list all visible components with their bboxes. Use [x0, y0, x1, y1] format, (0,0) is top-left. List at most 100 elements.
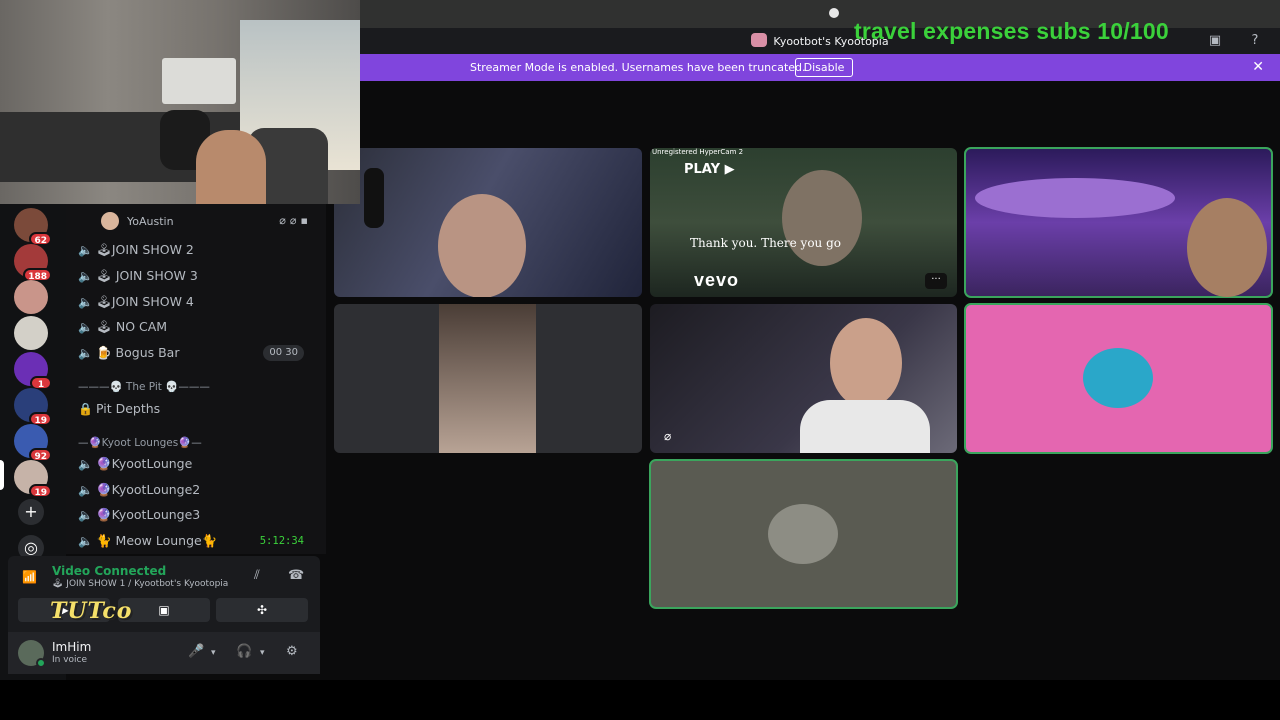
streamer: [196, 130, 266, 204]
channel-kyootlounge2[interactable]: 🔈 🔮KyootLounge2: [78, 478, 316, 502]
streamer-webcam: [0, 0, 360, 204]
vevo-logo: vevo: [694, 270, 740, 290]
online-status-icon: [36, 658, 46, 668]
close-icon[interactable]: ✕: [1252, 59, 1264, 75]
channel-list: YoAustin ⌀⌀▪ 🔈 🕹JOIN SHOW 2 🔈 🕹 JOIN SHOW …: [66, 204, 326, 554]
more-options-icon[interactable]: ···: [925, 273, 947, 289]
channel-label: 🍺 Bogus Bar: [96, 345, 180, 360]
mention-badge: 19: [29, 484, 52, 498]
play-label: PLAY ▶: [684, 162, 735, 177]
channel-join-show-2[interactable]: 🔈 🕹JOIN SHOW 2: [78, 238, 316, 262]
speaker-icon: 🔈: [78, 483, 93, 497]
headphones-icon[interactable]: 🎧: [236, 644, 252, 659]
stream-goal-text: travel expenses subs 10/100: [854, 18, 1169, 44]
user-name: ImHim: [52, 640, 92, 654]
user-count: 00: [269, 347, 283, 358]
video-tile-5[interactable]: ⌀: [650, 304, 957, 453]
video-tile-3[interactable]: [964, 147, 1273, 298]
user-status: In voice: [52, 655, 88, 665]
participant-video: [1187, 198, 1267, 297]
game-scene: [975, 178, 1175, 218]
channel-label: 🔮KyootLounge2: [96, 482, 201, 497]
hypercam-watermark: Unregistered HyperCam 2: [652, 148, 744, 156]
disable-button[interactable]: Disable: [795, 58, 853, 77]
avatar: [1083, 348, 1153, 408]
channel-label: Pit Depths: [96, 401, 161, 416]
channel-bogus-bar[interactable]: 🔈 🍺 Bogus Bar 00 30: [78, 341, 316, 365]
channel-label: 🔮KyootLounge: [96, 456, 193, 471]
channel-label: 🕹 JOIN SHOW 3: [96, 268, 198, 283]
participant-video: [438, 194, 526, 297]
video-tile-1[interactable]: [334, 148, 642, 297]
server-icon-7[interactable]: 92: [14, 424, 52, 462]
server-icon: [751, 33, 768, 47]
channel-kyootlounge[interactable]: 🔈 🔮KyootLounge: [78, 452, 316, 476]
avatar: [768, 504, 838, 564]
brand-watermark: TUTco: [50, 598, 133, 624]
chevron-down-icon[interactable]: ▾: [211, 648, 216, 658]
video-tile-2[interactable]: Unregistered HyperCam 2 PLAY ▶ Thank you…: [650, 148, 957, 297]
category-kyoot-lounges[interactable]: —🔮Kyoot Lounges🔮—: [78, 436, 202, 449]
add-server-icon[interactable]: +: [18, 499, 44, 525]
member-name: YoAustin: [127, 215, 174, 228]
participant-video: [830, 318, 902, 408]
server-icon-6[interactable]: 19: [14, 388, 52, 426]
server-icon-5[interactable]: 1: [14, 352, 52, 390]
microphone-prop: [364, 168, 384, 228]
participant-video: [782, 170, 862, 266]
camera-dot: [829, 8, 839, 18]
server-icon-2[interactable]: 188: [14, 244, 52, 282]
speaker-icon: 🔈: [78, 508, 93, 522]
signal-icon[interactable]: 📶: [22, 570, 40, 586]
participant-shirt: [800, 400, 930, 453]
screen-share-icon[interactable]: ▣: [1206, 33, 1224, 49]
streamer-mode-banner: Streamer Mode is enabled. Usernames have…: [360, 54, 1280, 81]
channel-label: 🕹JOIN SHOW 2: [96, 242, 194, 257]
user-limit: 30: [285, 347, 298, 358]
server-icon-4[interactable]: [14, 316, 48, 350]
video-tile-6[interactable]: [964, 303, 1273, 454]
server-icon-1[interactable]: 62: [14, 208, 52, 246]
channel-no-cam[interactable]: 🔈 🕹 NO CAM: [78, 315, 316, 339]
channel-label: 🕹JOIN SHOW 4: [96, 294, 194, 309]
avatar[interactable]: [18, 640, 46, 668]
video-tile-7[interactable]: [649, 459, 958, 609]
noise-suppression-icon[interactable]: ⫽: [254, 568, 260, 583]
lock-icon: 🔒: [78, 402, 93, 416]
avatar: [101, 212, 119, 230]
server-icon-3[interactable]: [14, 280, 48, 314]
video-tile-4[interactable]: [334, 304, 642, 453]
webcam-air-conditioner: [162, 58, 236, 104]
channel-meow-lounge[interactable]: 🔈 🐈 Meow Lounge🐈 5:12:34: [78, 529, 316, 553]
channel-label: 🔮KyootLounge3: [96, 507, 201, 522]
user-limit-badge: 00 30: [263, 345, 304, 361]
activities-button[interactable]: ✣: [216, 598, 308, 622]
speaker-icon: 🔈: [78, 534, 93, 548]
chevron-down-icon[interactable]: ▾: [260, 648, 265, 658]
server-icon-8[interactable]: 19: [14, 460, 52, 498]
microphone-icon[interactable]: 🎤: [188, 644, 204, 659]
speaker-icon: 🔈: [78, 320, 93, 334]
category-the-pit[interactable]: ———💀 The Pit 💀———: [78, 380, 210, 393]
voice-member[interactable]: YoAustin: [101, 212, 174, 230]
channel-pit-depths[interactable]: 🔒 Pit Depths: [78, 397, 316, 421]
user-panel: ImHim In voice 🎤 ▾ 🎧 ▾ ⚙: [8, 632, 320, 674]
video-muted-icon: ⌀: [664, 429, 672, 443]
participant-video: [439, 304, 536, 453]
banner-message: Streamer Mode is enabled. Usernames have…: [470, 61, 806, 74]
channel-join-show-4[interactable]: 🔈 🕹JOIN SHOW 4: [78, 290, 316, 314]
disconnect-icon[interactable]: ☎: [288, 568, 304, 583]
connection-status: Video Connected: [52, 564, 167, 578]
speaker-icon: 🔈: [78, 269, 93, 283]
selected-server-pill: [0, 460, 4, 490]
member-status-icons: ⌀⌀▪: [279, 214, 312, 227]
channel-join-show-3[interactable]: 🔈 🕹 JOIN SHOW 3: [78, 264, 316, 288]
channel-label: 🕹 NO CAM: [96, 319, 168, 334]
speaker-icon: 🔈: [78, 457, 93, 471]
gear-icon[interactable]: ⚙: [286, 644, 298, 659]
help-icon[interactable]: ?: [1246, 33, 1264, 49]
channel-label: 🐈 Meow Lounge🐈: [96, 533, 218, 548]
channel-kyootlounge3[interactable]: 🔈 🔮KyootLounge3: [78, 503, 316, 527]
video-caption: Thank you. There you go: [690, 236, 842, 250]
connection-location: 🕹 JOIN SHOW 1 / Kyootbot's Kyootopia: [52, 579, 229, 589]
